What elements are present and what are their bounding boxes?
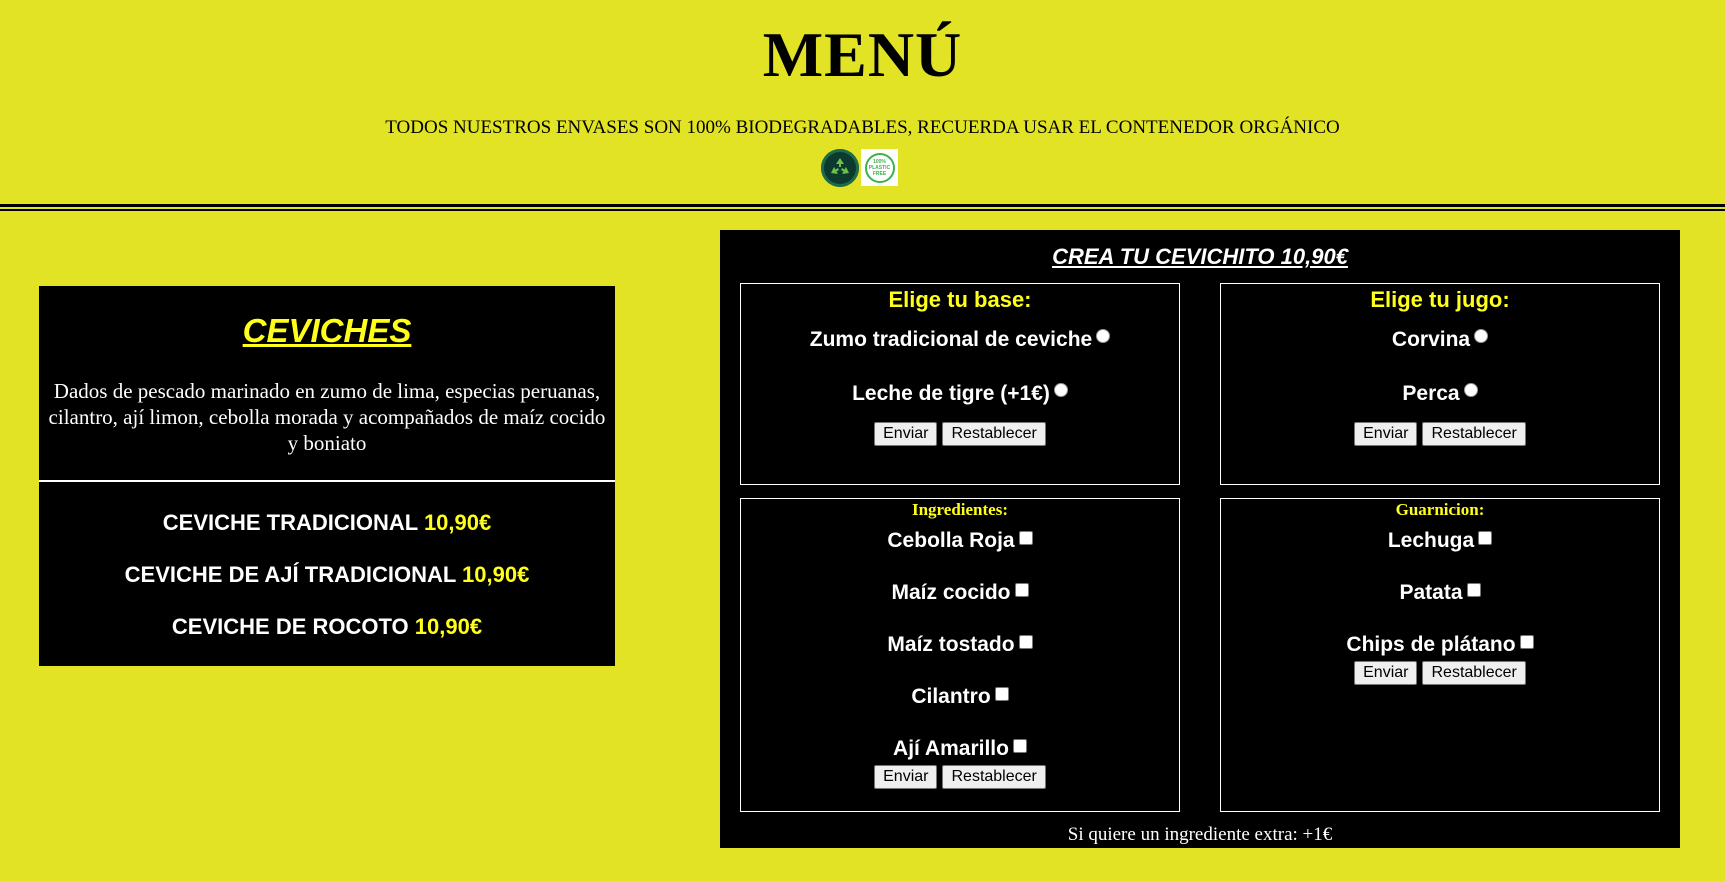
base-option: Leche de tigre (+1€) — [741, 382, 1179, 406]
ingrediente-option: Cebolla Roja — [741, 529, 1179, 553]
jugo-option: Corvina — [1221, 328, 1659, 352]
guarnicion-checkbox[interactable] — [1478, 531, 1493, 545]
ingrediente-option: Maíz cocido — [741, 581, 1179, 605]
jugo-heading: Elige tu jugo: — [1370, 287, 1510, 312]
builder-title: CREA TU CEVICHITO 10,90€ — [1052, 244, 1348, 269]
ingrediente-label: Maíz cocido — [891, 581, 1011, 604]
base-form: Elige tu base: Zumo tradicional de cevic… — [740, 283, 1180, 485]
ceviche-price: 10,90€ — [462, 562, 530, 587]
base-option-label: Zumo tradicional de ceviche — [809, 328, 1093, 351]
ceviche-price: 10,90€ — [423, 510, 492, 535]
ingrediente-option: Maíz tostado — [741, 633, 1179, 657]
base-option: Zumo tradicional de ceviche — [741, 328, 1179, 352]
jugo-option-radio[interactable] — [1463, 383, 1478, 397]
ceviche-name: CEVICHE DE AJÍ TRADICIONAL — [124, 562, 463, 587]
reset-button[interactable]: Restablecer — [1422, 422, 1526, 446]
submit-button[interactable]: Enviar — [874, 765, 938, 789]
jugo-option-radio[interactable] — [1474, 329, 1489, 343]
ingredientes-buttons: Enviar Restablecer — [741, 765, 1179, 789]
ingredientes-form: Ingredientes: Cebolla Roja Maíz cocido M… — [740, 498, 1180, 812]
jugo-option-label: Perca — [1402, 382, 1460, 405]
ingrediente-label: Maíz tostado — [887, 633, 1015, 656]
ceviche-name: CEVICHE TRADICIONAL — [162, 510, 424, 535]
guarnicion-form: Guarnicion: Lechuga Patata Chips de plát… — [1220, 498, 1660, 812]
ingrediente-label: Cebolla Roja — [887, 529, 1015, 552]
submit-button[interactable]: Enviar — [874, 422, 938, 446]
jugo-option-label: Corvina — [1391, 328, 1471, 351]
ceviches-card: CEVICHES Dados de pescado marinado en zu… — [39, 286, 615, 666]
ceviches-title: CEVICHES — [242, 312, 412, 349]
ceviches-description: Dados de pescado marinado en zumo de lim… — [48, 379, 606, 455]
guarnicion-heading: Guarnicion: — [1395, 500, 1485, 519]
ingrediente-checkbox[interactable] — [1018, 531, 1033, 545]
guarnicion-checkbox[interactable] — [1519, 635, 1534, 649]
reset-button[interactable]: Restablecer — [942, 765, 1046, 789]
guarnicion-option: Lechuga — [1221, 529, 1659, 553]
ceviche-item: CEVICHE DE AJÍ TRADICIONAL 10,90€ — [39, 555, 615, 607]
reset-button[interactable]: Restablecer — [942, 422, 1046, 446]
ingrediente-label: Cilantro — [911, 685, 991, 708]
header-divider — [0, 204, 1725, 211]
ingrediente-checkbox[interactable] — [994, 687, 1009, 701]
create-your-ceviche-panel: CREA TU CEVICHITO 10,90€ Elige tu base: … — [720, 230, 1680, 848]
ceviche-item: CEVICHE TRADICIONAL 10,90€ — [39, 503, 615, 555]
guarnicion-label: Chips de plátano — [1346, 633, 1516, 656]
jugo-form: Elige tu jugo: Corvina Perca Enviar Rest… — [1220, 283, 1660, 485]
guarnicion-option: Chips de plátano — [1221, 633, 1659, 657]
guarnicion-checkbox[interactable] — [1466, 583, 1481, 597]
guarnicion-buttons: Enviar Restablecer — [1221, 661, 1659, 685]
guarnicion-option: Patata — [1221, 581, 1659, 605]
ceviche-price: 10,90€ — [414, 614, 483, 639]
guarnicion-label: Lechuga — [1387, 529, 1475, 552]
ceviche-item: CEVICHE DE ROCOTO 10,90€ — [39, 607, 615, 659]
ingrediente-checkbox[interactable] — [1018, 635, 1033, 649]
base-heading: Elige tu base: — [888, 287, 1032, 312]
jugo-option: Perca — [1221, 382, 1659, 406]
ingredientes-heading: Ingredientes: — [911, 500, 1008, 519]
ingrediente-option: Cilantro — [741, 685, 1179, 709]
ingrediente-label: Ají Amarillo — [893, 737, 1009, 760]
biodegradable-notice: TODOS NUESTROS ENVASES SON 100% BIODEGRA… — [385, 117, 1340, 138]
plastic-free-badge-text: 100% PLASTIC FREE — [864, 152, 895, 183]
ingrediente-option: Ají Amarillo — [741, 737, 1179, 761]
extra-ingredient-note: Si quiere un ingrediente extra: +1€ — [1067, 824, 1333, 845]
base-buttons: Enviar Restablecer — [741, 422, 1179, 446]
base-option-radio[interactable] — [1053, 383, 1068, 397]
base-option-radio[interactable] — [1096, 329, 1111, 343]
page-title: MENÚ — [762, 19, 963, 90]
ceviche-name: CEVICHE DE ROCOTO — [171, 614, 415, 639]
reset-button[interactable]: Restablecer — [1422, 661, 1526, 685]
ingrediente-checkbox[interactable] — [1012, 739, 1027, 753]
guarnicion-label: Patata — [1399, 581, 1463, 604]
submit-button[interactable]: Enviar — [1354, 661, 1418, 685]
eco-badges: 100% PLASTIC FREE — [821, 149, 898, 187]
jugo-buttons: Enviar Restablecer — [1221, 422, 1659, 446]
recycle-icon — [821, 149, 859, 187]
base-option-label: Leche de tigre (+1€) — [852, 382, 1050, 405]
plastic-free-badge-icon: 100% PLASTIC FREE — [861, 149, 898, 186]
ingrediente-checkbox[interactable] — [1014, 583, 1029, 597]
ceviches-separator — [39, 480, 615, 482]
ceviches-list: CEVICHE TRADICIONAL 10,90€ CEVICHE DE AJ… — [39, 503, 615, 659]
submit-button[interactable]: Enviar — [1354, 422, 1418, 446]
